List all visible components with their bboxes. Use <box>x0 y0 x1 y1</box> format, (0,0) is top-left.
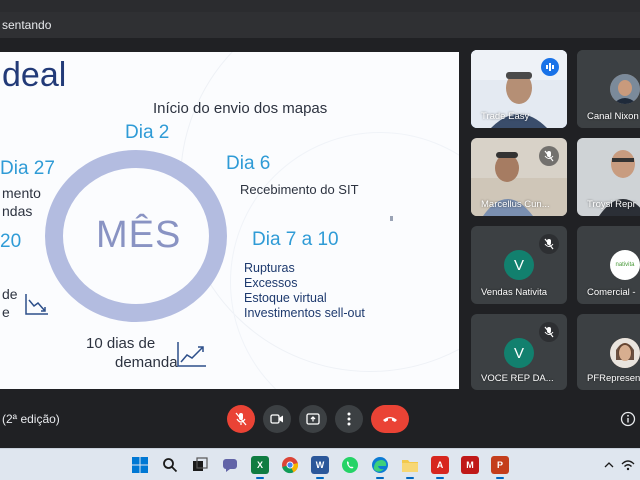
dia7-line-1: Rupturas <box>244 261 295 275</box>
participant-tile[interactable]: Marcellus Cun... <box>471 138 567 216</box>
mic-muted-icon <box>539 146 559 166</box>
start-icon[interactable] <box>131 456 149 474</box>
dia7-line-3: Estoque virtual <box>244 291 327 305</box>
dia2-label: Dia 2 <box>125 122 170 143</box>
hang-up-icon <box>383 417 397 422</box>
participant-name: Canal Nixon <box>587 111 639 122</box>
participant-name: Marcellus Cun... <box>481 199 550 210</box>
left-text-3: de <box>2 286 18 302</box>
participant-name: PFRepresen <box>587 373 640 384</box>
meeting-info-icon[interactable] <box>620 411 636 427</box>
task-view-icon[interactable] <box>191 456 209 474</box>
avatar <box>610 338 640 368</box>
participant-name: Vendas Nativita <box>481 287 548 298</box>
chrome-icon[interactable] <box>281 456 299 474</box>
avatar: V <box>504 250 534 280</box>
left-text-1: mento <box>2 185 41 201</box>
participant-tile[interactable]: PFRepresen <box>577 314 640 390</box>
avatar: nativita <box>610 250 640 280</box>
window-top-strip <box>0 0 640 12</box>
participant-tile[interactable]: nativita Comercial - <box>577 226 640 304</box>
leave-call-button[interactable] <box>371 405 409 433</box>
left-text-2: ndas <box>2 203 33 219</box>
participant-tile[interactable]: Canal Nixon <box>577 50 640 128</box>
presenting-bar: sentando <box>0 12 640 38</box>
left-text-4: e <box>2 304 10 320</box>
meeting-controls-bar: (2ª edição) <box>0 400 640 438</box>
bottom-text-1: 10 dias de <box>86 335 156 352</box>
slide-title: deal <box>2 56 67 94</box>
participant-tile[interactable]: Troysi Repr <box>577 138 640 216</box>
dia27-label: Dia 27 <box>0 158 55 179</box>
chart-down-icon <box>25 294 48 315</box>
meet-window: sentando deal MÊS Início do envio dos ma… <box>0 0 640 480</box>
speaking-indicator-icon <box>541 58 559 76</box>
mic-muted-icon <box>539 322 559 342</box>
participant-name: Comercial - <box>587 287 636 298</box>
dia2-description: Início do envio dos mapas <box>153 100 328 117</box>
participant-tile[interactable]: V VOCE REP DA... <box>471 314 567 390</box>
search-icon[interactable] <box>161 456 179 474</box>
chevron-up-icon[interactable] <box>604 461 614 469</box>
mcafee-icon[interactable]: M <box>461 456 479 474</box>
participant-tile[interactable]: Trade Easy <box>471 50 567 128</box>
participant-name: Trade Easy <box>481 111 530 122</box>
windows-taskbar: X W A M P <box>0 448 640 480</box>
dia7-label: Dia 7 a 10 <box>252 229 339 250</box>
presented-slide: deal MÊS Início do envio dos mapas Dia 2… <box>0 52 459 389</box>
meeting-name: (2ª edição) <box>2 412 60 426</box>
avatar: V <box>504 338 534 368</box>
present-screen-icon <box>306 413 320 425</box>
camera-toggle-button[interactable] <box>263 405 291 433</box>
present-screen-button[interactable] <box>299 405 327 433</box>
left-day-20: 20 <box>0 231 22 252</box>
more-vert-icon <box>347 412 351 426</box>
mic-muted-icon <box>539 234 559 254</box>
slide-mark <box>390 216 393 221</box>
file-explorer-icon[interactable] <box>401 456 419 479</box>
participant-name: Troysi Repr <box>587 199 636 210</box>
dia7-line-4: Investimentos sell-out <box>244 306 365 320</box>
participant-logo-text: nativita <box>615 262 635 268</box>
dia6-label: Dia 6 <box>226 153 271 174</box>
presenting-label: sentando <box>2 18 52 32</box>
acrobat-icon[interactable]: A <box>431 456 449 479</box>
month-ring-label: MÊS <box>96 214 182 256</box>
avatar <box>610 74 640 104</box>
wifi-icon[interactable] <box>621 458 635 472</box>
bottom-text-2: demanda <box>115 354 178 371</box>
dia6-description: Recebimento do SIT <box>240 182 359 197</box>
more-options-button[interactable] <box>335 405 363 433</box>
dia7-line-2: Excessos <box>244 276 298 290</box>
chart-up-icon <box>177 342 206 367</box>
participant-name: VOCE REP DA... <box>481 373 554 384</box>
excel-icon[interactable]: X <box>251 456 269 479</box>
word-icon[interactable]: W <box>311 456 329 479</box>
mic-off-icon <box>235 412 247 426</box>
edge-icon[interactable] <box>371 456 389 479</box>
camera-icon <box>270 414 283 424</box>
microphone-toggle-button[interactable] <box>227 405 255 433</box>
whatsapp-icon[interactable] <box>341 456 359 474</box>
powerpoint-icon[interactable]: P <box>491 456 509 479</box>
participant-tile[interactable]: V Vendas Nativita <box>471 226 567 304</box>
chat-icon[interactable] <box>221 456 239 474</box>
